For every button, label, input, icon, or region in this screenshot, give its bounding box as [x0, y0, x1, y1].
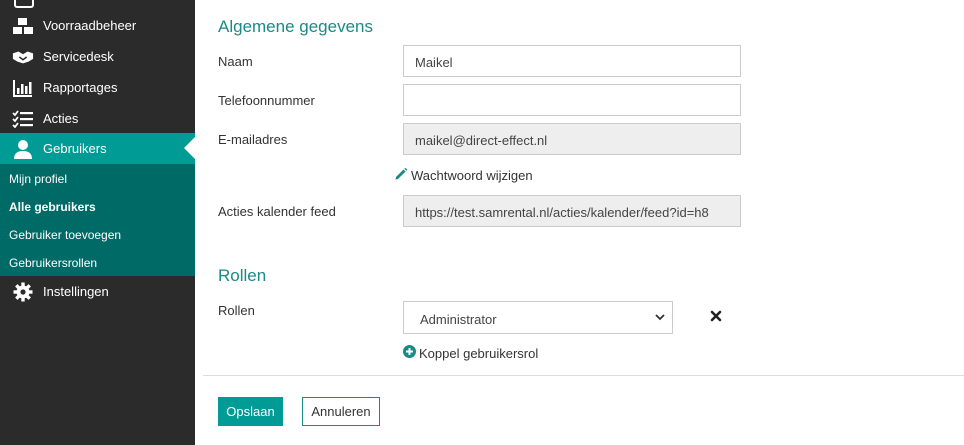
bar-chart-icon [12, 78, 34, 98]
top-partial-icon [14, 0, 34, 8]
role-select[interactable]: Administrator [403, 301, 673, 334]
pencil-icon [394, 167, 408, 184]
submenu-item-gebruikersrollen[interactable]: Gebruikersrollen [9, 256, 97, 270]
sidebar-item-voorraadbeheer[interactable]: Voorraadbeheer [0, 10, 195, 41]
sidebar-item-label: Acties [43, 111, 79, 126]
sidebar-item-instellingen[interactable]: Instellingen [0, 276, 195, 307]
email-label: E-mailadres [218, 132, 288, 147]
roles-label: Rollen [218, 303, 255, 318]
name-input[interactable]: Maikel [403, 45, 741, 77]
roles-section-title: Rollen [218, 266, 267, 285]
divider [203, 375, 964, 376]
add-role-link[interactable]: Koppel gebruikersrol [403, 345, 538, 361]
sidebar-item-servicedesk[interactable]: Servicedesk [0, 41, 195, 72]
general-section-title: Algemene gegevens [218, 17, 374, 36]
sidebar-item-label: Instellingen [43, 284, 109, 299]
change-password-link[interactable]: Wachtwoord wijzigen [394, 167, 533, 184]
phone-label: Telefoonnummer [218, 93, 315, 108]
boxes-icon [12, 16, 34, 36]
save-button[interactable]: Opslaan [218, 397, 283, 426]
sidebar-item-label: Rapportages [43, 80, 118, 95]
users-submenu: Mijn profiel Alle gebruikers Gebruiker t… [0, 164, 195, 276]
name-label: Naam [218, 54, 253, 69]
cancel-button[interactable]: Annuleren [302, 397, 380, 426]
plus-circle-icon [403, 345, 416, 361]
submenu-item-mijn-profiel[interactable]: Mijn profiel [9, 172, 67, 186]
submenu-item-alle-gebruikers[interactable]: Alle gebruikers [9, 200, 96, 214]
change-password-label: Wachtwoord wijzigen [411, 168, 533, 183]
email-field: maikel@direct-effect.nl [403, 123, 741, 155]
sidebar: Voorraadbeheer Servicedesk Rapportages A… [0, 0, 195, 445]
sidebar-item-acties[interactable]: Acties [0, 103, 195, 134]
sidebar-item-rapportages[interactable]: Rapportages [0, 72, 195, 103]
handshake-icon [12, 47, 34, 67]
sidebar-item-label: Servicedesk [43, 49, 114, 64]
sidebar-item-gebruikers[interactable]: Gebruikers [0, 133, 195, 164]
sidebar-item-label: Voorraadbeheer [43, 18, 137, 33]
close-icon [709, 310, 723, 327]
calendar-feed-field[interactable]: https://test.samrental.nl/acties/kalende… [403, 195, 741, 227]
calendar-feed-label: Acties kalender feed [218, 204, 336, 219]
submenu-item-gebruiker-toevoegen[interactable]: Gebruiker toevoegen [9, 228, 121, 242]
checklist-icon [12, 109, 34, 129]
user-icon [12, 139, 34, 159]
remove-role-button[interactable] [709, 309, 723, 328]
role-select-value: Administrator [420, 312, 497, 327]
add-role-label: Koppel gebruikersrol [419, 345, 539, 361]
gear-icon [12, 282, 34, 302]
sidebar-item-label: Gebruikers [43, 141, 107, 156]
phone-input[interactable] [403, 84, 741, 116]
chevron-down-icon [654, 311, 666, 326]
